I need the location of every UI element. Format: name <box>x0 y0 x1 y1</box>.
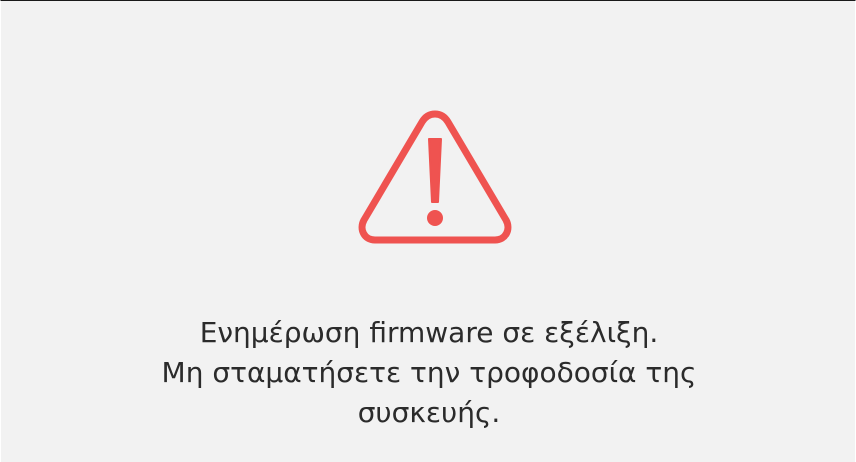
exclamation-bar <box>428 138 442 203</box>
message-line-2: Μη σταματήσετε την τροφοδοσία της <box>161 356 697 389</box>
update-message: Ενημέρωση firmware σε εξέλιξη. Μη σταματ… <box>1 313 856 433</box>
exclamation-dot <box>427 210 443 226</box>
warning-triangle-icon <box>358 110 512 244</box>
firmware-update-screen: Ενημέρωση firmware σε εξέλιξη. Μη σταματ… <box>0 0 856 462</box>
message-line-3: συσκευής. <box>357 396 501 429</box>
message-line-1: Ενημέρωση firmware σε εξέλιξη. <box>199 316 659 349</box>
